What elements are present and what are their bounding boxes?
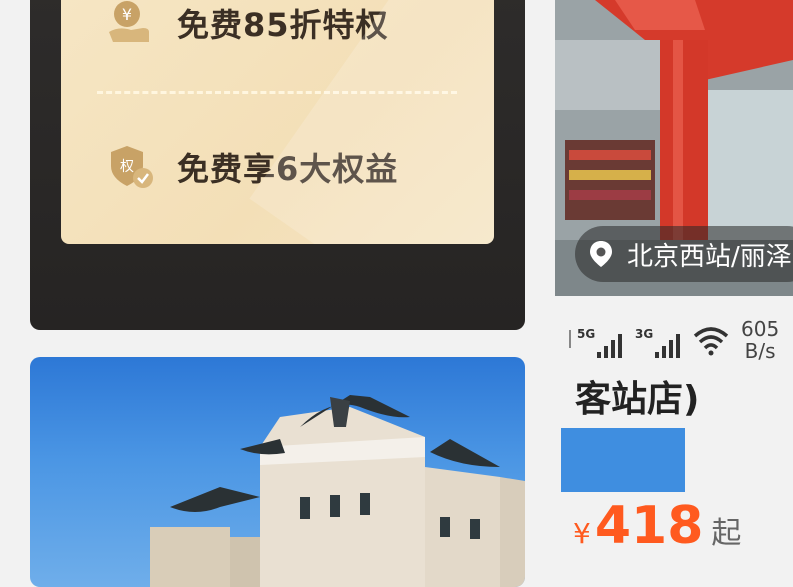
member-card[interactable]: ¥ 免费85折特权 权 免费享6大权益 <box>30 0 525 330</box>
rights-row[interactable]: 权 免费享6大权益 <box>105 142 398 192</box>
price-currency: ¥ <box>573 517 591 550</box>
status-bar-overlay: 5G 3G 605 B/s <box>567 318 779 362</box>
signal-3g-icon: 3G <box>635 327 680 358</box>
hotel-name[interactable]: 客站店) <box>575 370 699 422</box>
rights-label: 免费享6大权益 <box>177 150 399 188</box>
net1-label: 5G <box>577 327 595 341</box>
divider <box>97 91 457 94</box>
speed-unit: B/s <box>744 339 776 363</box>
wifi-icon <box>693 327 729 356</box>
network-speed: 605 B/s <box>741 318 779 362</box>
benefits-panel: ¥ 免费85折特权 权 免费享6大权益 <box>61 0 494 244</box>
price: ¥ 418 起 <box>573 496 741 556</box>
cursor-bar-icon <box>569 330 571 348</box>
location-pin-icon <box>590 241 612 267</box>
hotel-card-right[interactable]: 北京西站/丽泽 5G 3G 605 B/s 客站店) ¥ 418 起 <box>555 0 793 556</box>
signal-5g-icon: 5G <box>577 327 622 358</box>
location-tag[interactable]: 北京西站/丽泽 <box>575 226 793 282</box>
discount-row[interactable]: ¥ 免费85折特权 <box>105 0 389 48</box>
hotel-card-photo[interactable] <box>30 357 525 587</box>
discount-label: 免费85折特权 <box>177 6 389 44</box>
shield-check-icon: 权 <box>111 146 153 188</box>
price-suffix: 起 <box>711 516 742 551</box>
rights-glyph: 权 <box>120 159 134 175</box>
building-image <box>150 395 525 587</box>
location-label: 北京西站/丽泽 <box>627 241 792 272</box>
net2-label: 3G <box>635 327 653 341</box>
yen-glyph: ¥ <box>122 5 132 24</box>
speed-value: 605 <box>741 317 780 341</box>
blue-thumbnail <box>561 428 685 492</box>
hotel-photo: 北京西站/丽泽 <box>555 0 793 296</box>
price-value: 418 <box>594 496 704 556</box>
coin-hand-icon: ¥ <box>109 1 149 42</box>
